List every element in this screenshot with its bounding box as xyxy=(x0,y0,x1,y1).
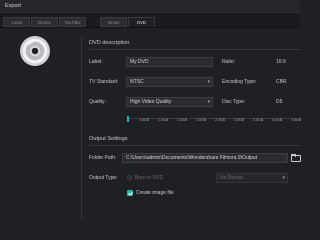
tv-standard-label: TV Standard: xyxy=(89,79,119,85)
meter-tick: 1.0GB xyxy=(158,118,169,122)
folder-icon[interactable] xyxy=(291,154,301,162)
create-image-label: Create image file xyxy=(136,190,174,196)
chevron-down-icon: ▾ xyxy=(282,175,285,181)
dvd-disc-icon xyxy=(20,36,50,66)
folder-path-label: Folder Path: xyxy=(89,155,117,161)
tv-standard-value: NTSC xyxy=(130,79,144,85)
meter-fill xyxy=(127,116,129,122)
section-divider xyxy=(89,49,300,50)
encoding-type-value[interactable]: CBR xyxy=(276,79,287,85)
disc-type-value[interactable]: D5 xyxy=(276,99,282,105)
panel-divider xyxy=(81,36,82,220)
meter-tick: 1.5GB xyxy=(177,118,188,122)
encoding-type-label: Encoding Type: xyxy=(222,79,257,85)
meter-tick: 4.5GB xyxy=(291,118,302,122)
tab-dvd[interactable]: DVD xyxy=(128,17,155,27)
label-label: Label: xyxy=(89,59,103,65)
tab-vimeo[interactable]: Vimeo xyxy=(100,17,127,27)
burn-to-dvd-radio[interactable] xyxy=(127,175,132,180)
disc-type-label: Disc Type: xyxy=(222,99,246,105)
meter-tick: 3.0GB xyxy=(234,118,245,122)
create-image-checkbox[interactable] xyxy=(127,190,133,196)
quality-value: High Video Quality xyxy=(130,99,172,105)
meter-tick: 4.0GB xyxy=(272,118,283,122)
export-tabs: Local Device YouTube Vimeo DVD xyxy=(0,16,300,28)
quality-label: Quality: xyxy=(89,99,106,105)
dvd-description-heading: DVD description xyxy=(89,40,130,46)
window-title: Export xyxy=(5,3,21,9)
tab-local[interactable]: Local xyxy=(3,17,30,27)
ratio-value[interactable]: 16:9 xyxy=(276,59,286,65)
ratio-label: Ratio: xyxy=(222,59,236,65)
folder-path-input[interactable]: C:\Users\admin\Documents\Wondershare Fil… xyxy=(122,153,288,163)
disc-size-meter: 0.5GB 1.0GB 1.5GB 2.0GB 2.5GB 3.0GB 3.5G… xyxy=(127,114,302,126)
output-settings-heading: Output Settings xyxy=(89,136,128,142)
device-select[interactable]: No Device ▾ xyxy=(216,173,288,183)
section-divider xyxy=(89,145,300,146)
tab-device[interactable]: Device xyxy=(31,17,58,27)
meter-tick: 2.5GB xyxy=(215,118,226,122)
chevron-down-icon: ▾ xyxy=(207,79,210,85)
label-input[interactable]: My DVD xyxy=(126,57,213,67)
window-titlebar: Export xyxy=(0,0,300,15)
meter-tick: 2.0GB xyxy=(196,118,207,122)
meter-tick: 3.5GB xyxy=(253,118,264,122)
chevron-down-icon: ▾ xyxy=(207,99,210,105)
output-type-label: Output Type: xyxy=(89,175,118,181)
burn-to-dvd-label: Burn to DVD xyxy=(135,175,164,181)
tab-youtube[interactable]: YouTube xyxy=(59,17,86,27)
quality-select[interactable]: High Video Quality ▾ xyxy=(126,97,213,107)
meter-tick: 0.5GB xyxy=(139,118,150,122)
device-value: No Device xyxy=(220,175,244,181)
tv-standard-select[interactable]: NTSC ▾ xyxy=(126,77,213,87)
